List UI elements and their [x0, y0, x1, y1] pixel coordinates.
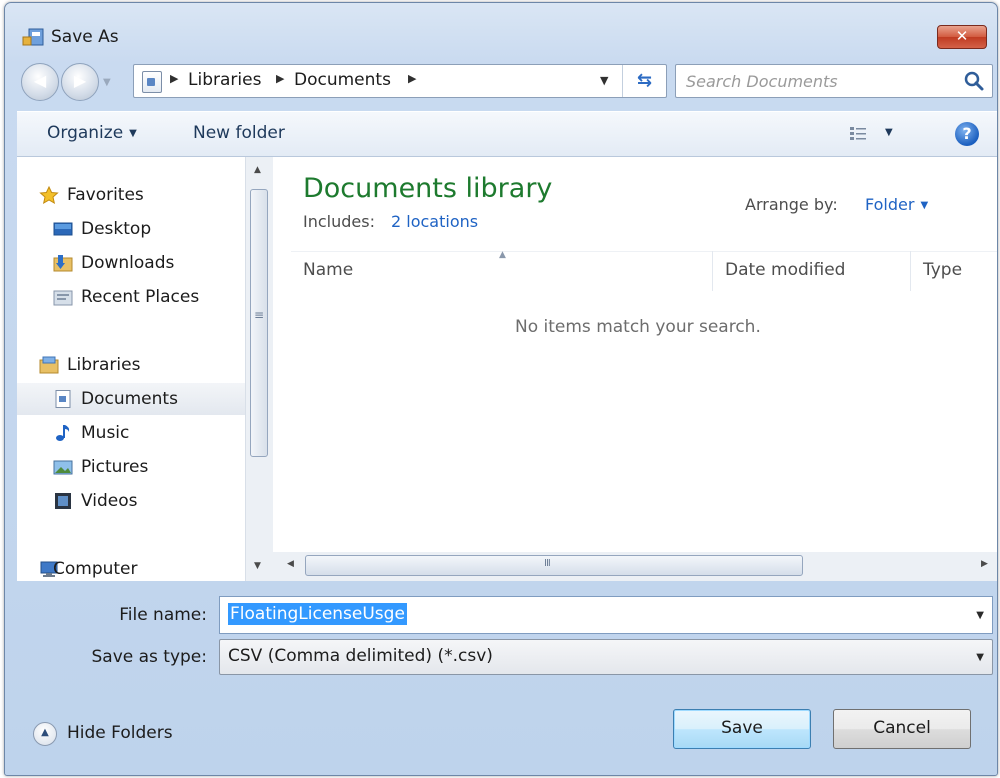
star-icon: [39, 186, 59, 204]
arrange-by-value: Folder: [865, 195, 915, 214]
command-toolbar: Organize ▼ New folder ▼ ?: [17, 111, 997, 157]
file-name-field[interactable]: FloatingLicenseUsge ▼: [219, 596, 993, 634]
help-icon[interactable]: ?: [955, 122, 979, 146]
sidebar-item-label: Favorites: [67, 185, 144, 205]
desktop-icon: [53, 222, 73, 236]
scroll-down-icon[interactable]: ▼: [254, 561, 261, 571]
save-as-type-label: Save as type:: [91, 647, 207, 667]
libraries-icon: [39, 356, 59, 374]
column-header-type[interactable]: Type: [923, 251, 997, 291]
refresh-button[interactable]: ⇆: [622, 65, 666, 97]
sidebar-item-label: Documents: [81, 389, 178, 409]
horizontal-scrollbar[interactable]: ◀ ▶: [273, 552, 997, 581]
sidebar-item-recent-places[interactable]: Recent Places: [17, 281, 245, 313]
address-dropdown-icon[interactable]: ▼: [600, 74, 608, 87]
scroll-up-icon[interactable]: ▲: [254, 165, 261, 175]
chevron-down-icon: ▼: [129, 128, 137, 139]
search-box[interactable]: [675, 64, 993, 98]
horizontal-scrollbar-thumb[interactable]: [305, 555, 803, 576]
sidebar-item-label: Videos: [81, 491, 138, 511]
sidebar-item-videos[interactable]: Videos: [17, 485, 245, 517]
documents-icon: [55, 390, 71, 408]
close-button[interactable]: ✕: [937, 25, 987, 49]
save-as-dialog: Save As ✕ ◀ ▶ ▼ ▶ Libraries ▶ Documents …: [4, 2, 998, 776]
file-name-value[interactable]: FloatingLicenseUsge: [228, 603, 407, 625]
recent-places-icon: [53, 290, 73, 306]
sidebar-item-label: Pictures: [81, 457, 149, 477]
window-title: Save As: [51, 27, 119, 47]
organize-label: Organize: [47, 123, 124, 143]
collapse-up-icon: ▲: [33, 722, 57, 746]
empty-state-message: No items match your search.: [515, 317, 761, 337]
navigation-scrollbar[interactable]: ▲ ▼: [245, 157, 273, 581]
sidebar-item-pictures[interactable]: Pictures: [17, 451, 245, 483]
chevron-down-icon: ▼: [920, 200, 929, 211]
sidebar-item-documents[interactable]: Documents: [17, 383, 245, 415]
search-input[interactable]: [686, 70, 956, 92]
save-as-type-select[interactable]: CSV (Comma delimited) (*.csv) ▼: [219, 639, 993, 675]
save-button[interactable]: Save: [673, 709, 811, 749]
sidebar-item-label: Downloads: [81, 253, 175, 273]
organize-menu[interactable]: Organize ▼: [47, 123, 137, 143]
file-name-label: File name:: [119, 605, 207, 625]
save-as-type-dropdown-icon[interactable]: ▼: [976, 652, 984, 663]
scroll-right-icon[interactable]: ▶: [981, 559, 988, 569]
column-header-label: Name: [303, 260, 354, 280]
pictures-icon: [53, 460, 73, 475]
hide-folders-label: Hide Folders: [67, 723, 173, 743]
view-options-dropdown-icon[interactable]: ▼: [885, 127, 893, 138]
file-name-dropdown-icon[interactable]: ▼: [976, 610, 984, 621]
forward-button[interactable]: ▶: [61, 63, 99, 101]
breadcrumb-libraries[interactable]: Libraries: [188, 70, 261, 90]
recent-locations-dropdown-icon[interactable]: ▼: [103, 77, 111, 88]
new-folder-button[interactable]: New folder: [193, 123, 285, 143]
sidebar-item-label: Desktop: [81, 219, 152, 239]
refresh-icon: ⇆: [636, 70, 653, 91]
forward-arrow-icon: ▶: [73, 71, 87, 90]
breadcrumb-separator-icon[interactable]: ▶: [276, 72, 284, 85]
sidebar-item-music[interactable]: Music: [17, 417, 245, 449]
sidebar-item-desktop[interactable]: Desktop: [17, 213, 245, 245]
downloads-icon: [53, 255, 73, 272]
file-list-pane: Documents library Includes: 2 locations …: [273, 157, 997, 552]
sidebar-item-label: Recent Places: [81, 287, 200, 307]
sidebar-item-favorites[interactable]: Favorites: [17, 179, 245, 211]
scrollbar-thumb[interactable]: [250, 189, 268, 457]
videos-icon: [55, 493, 71, 509]
library-title: Documents library: [303, 173, 553, 204]
address-bar[interactable]: ▶ Libraries ▶ Documents ▶ ▼ ⇆: [133, 64, 667, 98]
column-header-label: Type: [923, 260, 963, 280]
sidebar-item-computer[interactable]: Computer: [17, 553, 245, 585]
breadcrumb-separator-icon[interactable]: ▶: [408, 72, 416, 85]
column-header-date-modified[interactable]: Date modified: [725, 251, 911, 291]
music-icon: [56, 425, 70, 441]
save-as-type-value: CSV (Comma delimited) (*.csv): [228, 646, 493, 666]
save-as-app-icon: [22, 28, 44, 46]
back-button[interactable]: ◀: [21, 63, 59, 101]
scroll-left-icon[interactable]: ◀: [287, 559, 294, 569]
sidebar-item-label: Libraries: [67, 355, 141, 375]
search-icon[interactable]: [962, 69, 986, 93]
library-includes-label: Includes:: [303, 212, 375, 231]
arrange-by-dropdown[interactable]: Folder ▼: [865, 195, 928, 214]
library-locations-link[interactable]: 2 locations: [391, 212, 478, 231]
column-header-name[interactable]: Name: [303, 251, 713, 291]
column-header-label: Date modified: [725, 260, 846, 280]
back-arrow-icon: ◀: [33, 71, 47, 90]
change-view-icon[interactable]: [849, 125, 867, 143]
arrange-by-label: Arrange by:: [745, 195, 838, 214]
sidebar-item-label: Computer: [53, 559, 138, 579]
sidebar-item-downloads[interactable]: Downloads: [17, 247, 245, 279]
breadcrumb-separator-icon[interactable]: ▶: [170, 72, 178, 85]
breadcrumb-documents[interactable]: Documents: [294, 70, 391, 90]
sidebar-item-label: Music: [81, 423, 130, 443]
documents-folder-icon: [142, 71, 162, 93]
sidebar-item-libraries[interactable]: Libraries: [17, 349, 245, 381]
navigation-pane: Favorites Desktop Downloads Recent Place…: [17, 157, 245, 581]
cancel-button[interactable]: Cancel: [833, 709, 971, 749]
